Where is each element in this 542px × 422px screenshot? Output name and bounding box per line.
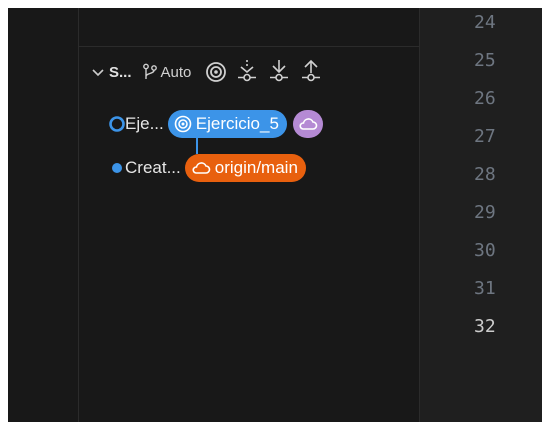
graph-node-column (79, 154, 125, 182)
target-icon (174, 115, 192, 133)
graph-row[interactable]: Creat... origin/main (79, 154, 419, 182)
line-number: 31 (474, 278, 496, 299)
branch-picker-button[interactable]: Auto (142, 59, 192, 85)
section-divider (79, 46, 419, 47)
commit-node-icon (112, 163, 122, 173)
source-control-graph-header[interactable]: S... Auto (89, 58, 419, 86)
line-number: 30 (474, 240, 496, 261)
target-icon[interactable] (205, 59, 227, 85)
line-number-gutter: 24 25 26 27 28 29 30 31 32 (420, 8, 542, 422)
line-number: 24 (474, 12, 496, 33)
chevron-down-icon[interactable] (89, 63, 107, 81)
commit-message: Creat... (125, 158, 181, 177)
git-branch-icon (142, 63, 157, 79)
commit-node-hollow-icon (109, 116, 125, 132)
cloud-icon[interactable] (292, 110, 323, 138)
remote-branch-badge[interactable]: origin/main (184, 154, 306, 182)
line-number: 25 (474, 50, 496, 71)
auto-label: Auto (160, 63, 192, 81)
active-line-number: 32 (474, 316, 496, 337)
section-title: S... (109, 63, 132, 81)
graph-row[interactable]: Eje... Ejercicio_5 (79, 110, 419, 138)
fetch-icon[interactable] (235, 59, 259, 85)
cloud-icon (192, 162, 211, 174)
pull-icon[interactable] (267, 59, 291, 85)
editor-frame: S... Auto Eje... Ejercicio_5 Creat... or… (8, 8, 542, 422)
line-number: 28 (474, 164, 496, 185)
activity-bar (8, 8, 79, 422)
branch-badge[interactable]: Ejercicio_5 (167, 110, 287, 138)
line-number: 26 (474, 88, 496, 109)
source-control-panel: S... Auto Eje... Ejercicio_5 Creat... or… (79, 8, 420, 422)
line-number: 29 (474, 202, 496, 223)
line-number: 27 (474, 126, 496, 147)
commit-message: Eje... (125, 114, 164, 133)
branch-badge-label: Ejercicio_5 (195, 114, 279, 133)
graph-edge-line (196, 136, 198, 154)
remote-branch-badge-label: origin/main (214, 158, 298, 177)
push-icon[interactable] (299, 59, 323, 85)
graph-node-column (79, 110, 125, 138)
